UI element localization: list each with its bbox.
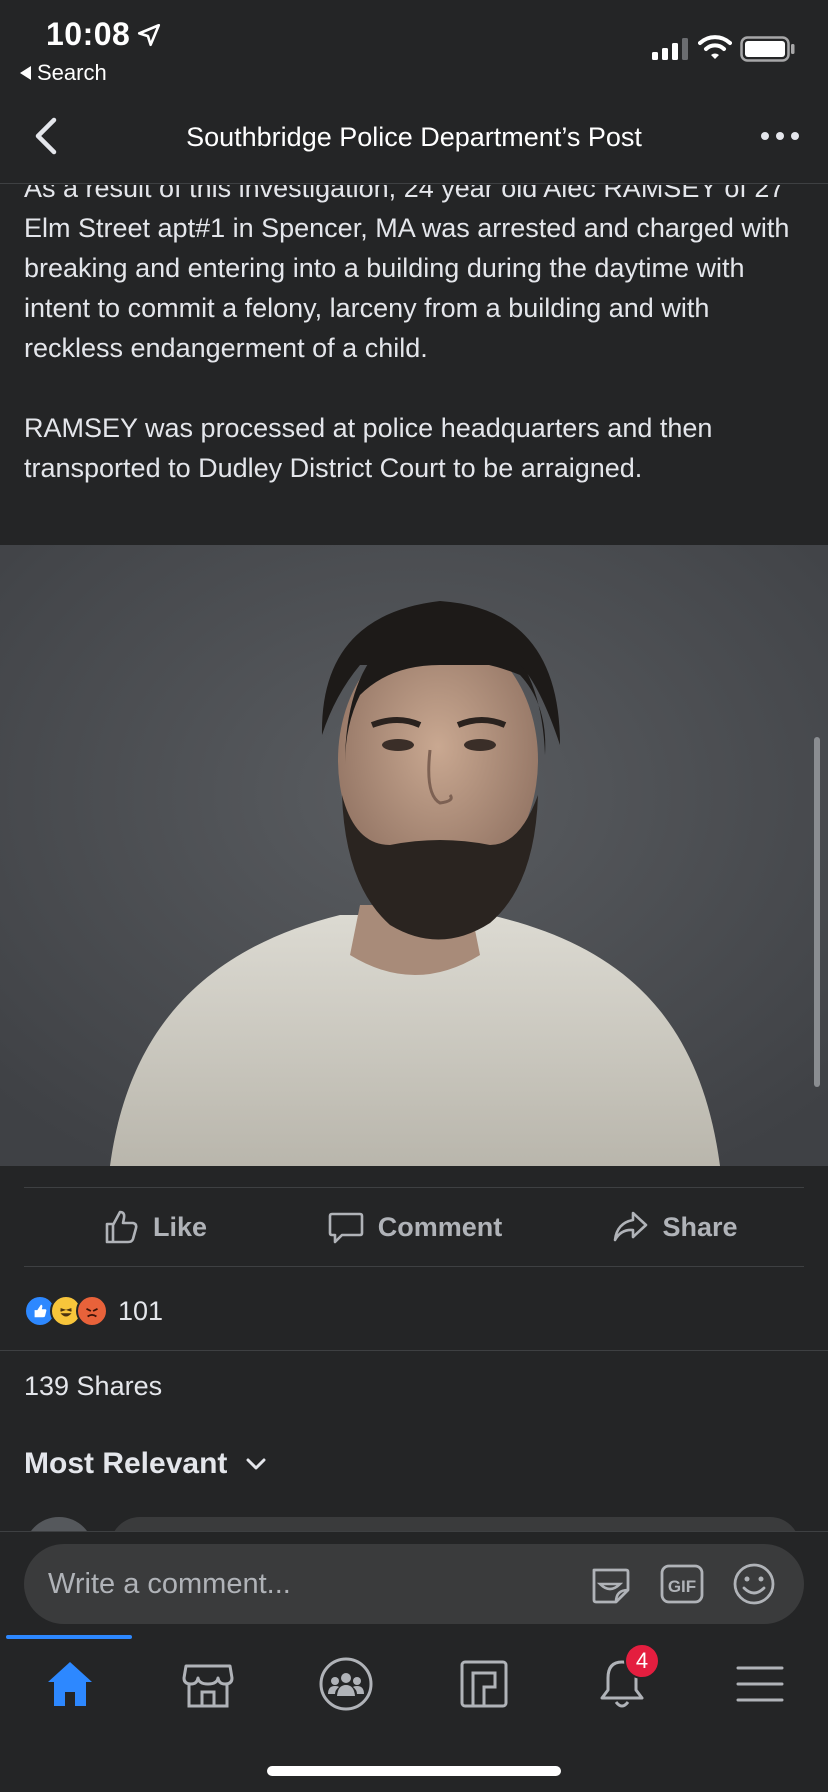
- pages-icon: [460, 1660, 508, 1708]
- page-title: Southbridge Police Department’s Post: [186, 122, 642, 152]
- svg-text:GIF: GIF: [668, 1577, 696, 1596]
- comment-sort-dropdown[interactable]: Most Relevant: [24, 1447, 267, 1481]
- share-arrow-icon: [614, 1211, 648, 1242]
- tab-home[interactable]: [40, 1654, 100, 1714]
- reactions-summary[interactable]: 101: [24, 1292, 163, 1330]
- sticker-icon[interactable]: [586, 1560, 634, 1608]
- comment-field[interactable]: GIF: [24, 1544, 804, 1624]
- battery-icon: [740, 36, 795, 62]
- menu-icon: [736, 1666, 784, 1702]
- like-label: Like: [152, 1211, 208, 1242]
- home-indicator[interactable]: [267, 1766, 561, 1776]
- active-tab-indicator: [6, 1635, 132, 1639]
- comment-bubble-icon: [328, 1212, 364, 1244]
- wifi-icon: [698, 35, 732, 59]
- like-button[interactable]: Like: [24, 1188, 284, 1266]
- comment-label: Comment: [377, 1211, 503, 1242]
- post-header: Southbridge Police Department’s Post: [0, 92, 828, 184]
- location-arrow-icon: [137, 23, 161, 47]
- comment-sort-label: Most Relevant: [24, 1447, 228, 1480]
- back-to-search-label: Search: [37, 60, 107, 85]
- share-count[interactable]: 139 Shares: [24, 1371, 162, 1402]
- post-photo[interactable]: [0, 545, 828, 1166]
- tab-groups[interactable]: [316, 1654, 376, 1714]
- comment-bubble: [110, 1517, 800, 1531]
- back-chevron-icon[interactable]: [30, 116, 64, 156]
- comment-input[interactable]: [48, 1566, 528, 1602]
- post-content[interactable]: As a result of this investigation, 24 ye…: [0, 185, 828, 1531]
- angry-icon: [76, 1295, 108, 1327]
- emoji-icon[interactable]: [730, 1560, 778, 1608]
- chevron-down-icon: [246, 1458, 266, 1470]
- avatar[interactable]: [24, 1517, 94, 1531]
- notifications-badge: 4: [624, 1643, 660, 1679]
- mugshot-image: [0, 545, 828, 1166]
- share-button[interactable]: Share: [544, 1188, 804, 1266]
- bottom-tab-bar: 4: [0, 1632, 828, 1792]
- marketplace-icon: [182, 1664, 234, 1708]
- divider: [0, 1350, 828, 1351]
- thumbs-up-icon: [105, 1210, 138, 1244]
- tab-pages[interactable]: [454, 1654, 514, 1714]
- tab-menu[interactable]: [730, 1654, 790, 1714]
- reaction-count: 101: [118, 1295, 164, 1326]
- status-time: 10:08: [46, 16, 131, 52]
- post-actions: Like Comment Share: [24, 1187, 804, 1267]
- more-options-icon[interactable]: [758, 128, 802, 144]
- comment-button[interactable]: Comment: [284, 1188, 544, 1266]
- back-triangle-icon: [20, 66, 31, 80]
- home-icon: [48, 1662, 92, 1706]
- comment-composer: GIF: [0, 1531, 828, 1632]
- share-label: Share: [662, 1211, 738, 1242]
- status-bar: 10:08 Search: [0, 0, 828, 92]
- gif-icon[interactable]: GIF: [658, 1560, 706, 1608]
- scroll-indicator: [814, 737, 820, 1087]
- groups-icon: [319, 1657, 373, 1711]
- post-body-text: As a result of this investigation, 24 ye…: [24, 185, 790, 483]
- back-to-search-button[interactable]: Search: [20, 60, 107, 86]
- cellular-signal-icon: [652, 38, 688, 60]
- tab-marketplace[interactable]: [178, 1654, 238, 1714]
